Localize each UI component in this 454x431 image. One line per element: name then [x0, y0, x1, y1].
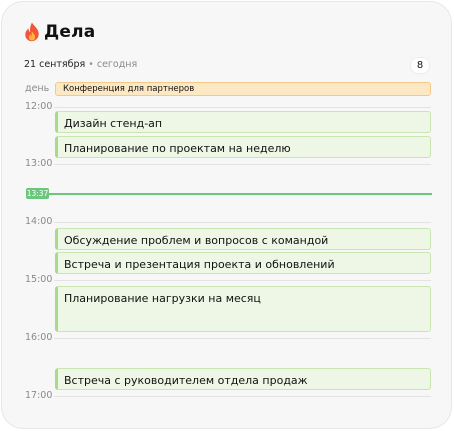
hour-gridline — [54, 396, 431, 397]
event-block[interactable]: Обсуждение проблем и вопросов с командой — [55, 228, 431, 250]
event-block[interactable]: Дизайн стенд-ап — [55, 111, 431, 133]
event-block[interactable]: Планирование нагрузки на месяц — [55, 286, 431, 332]
widget-header[interactable]: Дела — [24, 22, 95, 42]
hour-label: 16:00 — [25, 332, 53, 343]
allday-event[interactable]: Конференция для партнеров — [55, 82, 431, 96]
fire-icon — [25, 22, 39, 42]
widget-title: Дела — [44, 22, 96, 42]
date-label: 21 сентября — [24, 59, 86, 70]
event-count-badge: 8 — [410, 57, 430, 74]
current-time-line — [49, 193, 432, 195]
relative-day-label: сегодня — [96, 59, 138, 70]
calendar-widget: Дела 21 сентября • сегодня 8 день Конферен… — [1, 1, 452, 429]
event-block[interactable]: Планирование по проектам на неделю — [55, 136, 431, 158]
current-time-badge: 13:37 — [26, 188, 49, 199]
hour-gridline — [54, 107, 431, 108]
date-separator: • — [88, 59, 94, 70]
hour-gridline — [54, 338, 431, 339]
date-bar: 21 сентября • сегодня — [24, 59, 137, 70]
hour-label: 13:00 — [25, 158, 53, 169]
hour-gridline — [54, 164, 431, 165]
hour-label: 15:00 — [25, 274, 53, 285]
hour-label: 12:00 — [25, 101, 53, 112]
hour-gridline — [54, 280, 431, 281]
hour-gridline — [54, 222, 431, 223]
event-block[interactable]: Встреча с руководителем отдела продаж — [55, 368, 431, 390]
hour-label: 14:00 — [25, 216, 53, 227]
allday-label: день — [25, 83, 50, 94]
hour-label: 17:00 — [25, 390, 53, 401]
event-block[interactable]: Встреча и презентация проекта и обновлен… — [55, 252, 431, 274]
